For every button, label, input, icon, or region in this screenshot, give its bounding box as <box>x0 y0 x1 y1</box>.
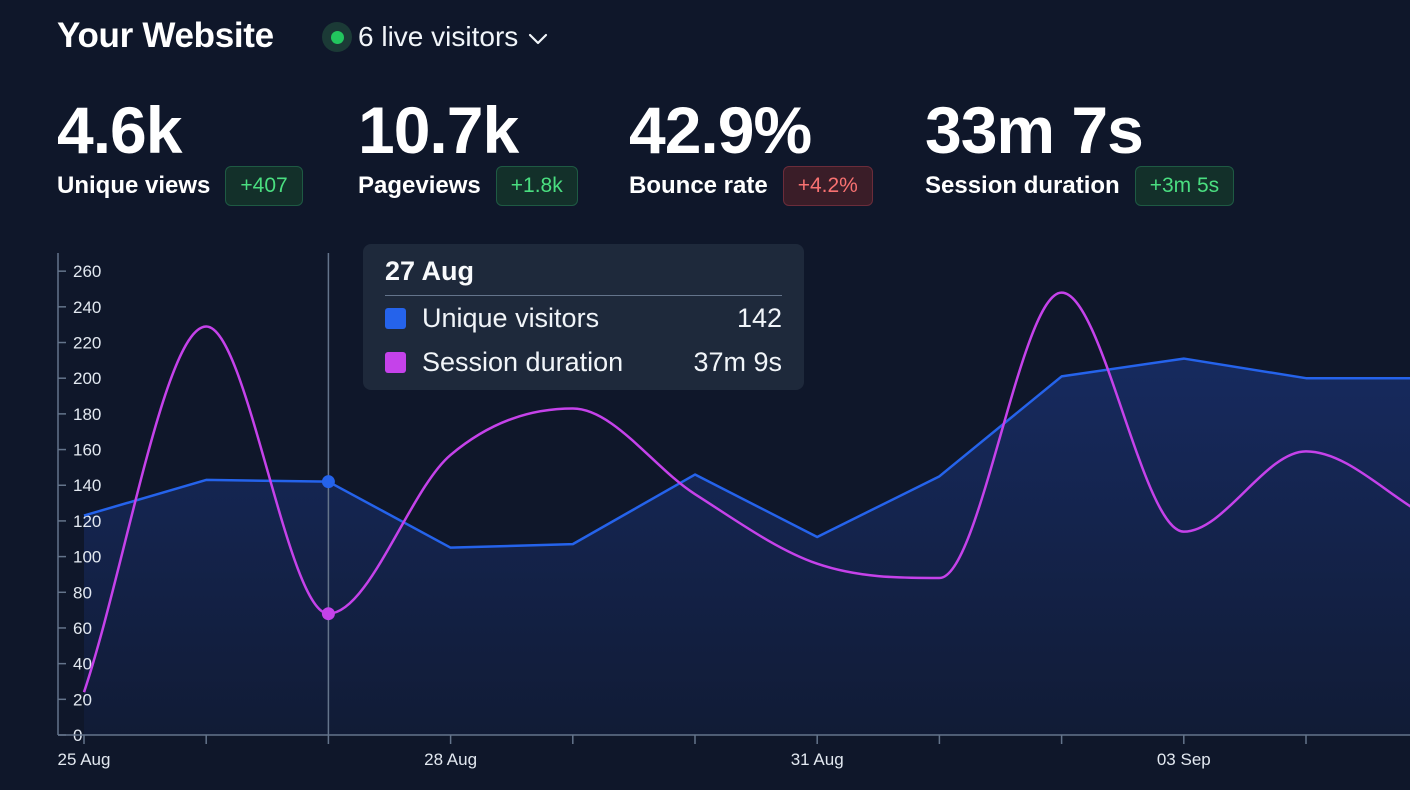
y-tick-label: 60 <box>73 619 92 638</box>
y-tick-label: 20 <box>73 690 92 709</box>
visitors-area <box>84 358 1410 735</box>
y-tick-label: 200 <box>73 369 101 388</box>
x-tick-label: 25 Aug <box>58 750 111 769</box>
y-tick-label: 160 <box>73 441 101 460</box>
tooltip-series-name: Unique visitors <box>422 302 600 333</box>
tooltip-series-name: Session duration <box>422 346 624 377</box>
dashboard: Your Website 6 live visitors 4.6k Unique… <box>0 0 1410 790</box>
visitors-swatch-icon <box>385 307 406 329</box>
visitors-chart[interactable]: 02040608010012014016018020022024026025 A… <box>0 0 1410 790</box>
y-tick-label: 40 <box>73 655 92 674</box>
tooltip-row-visitors: Unique visitors 142 <box>385 296 782 340</box>
session-hover-point <box>321 607 335 621</box>
tooltip-row-session: Session duration 37m 9s <box>385 340 782 384</box>
chart-tooltip: 27 Aug Unique visitors 142 Session durat… <box>363 244 804 390</box>
tooltip-date: 27 Aug <box>385 256 782 296</box>
tooltip-series-value: 37m 9s <box>693 346 782 377</box>
y-tick-label: 220 <box>73 334 101 353</box>
x-tick-label: 03 Sep <box>1157 750 1211 769</box>
session-swatch-icon <box>385 351 406 373</box>
y-tick-label: 100 <box>73 548 101 567</box>
x-tick-label: 31 Aug <box>791 750 844 769</box>
y-tick-label: 260 <box>73 262 101 281</box>
tooltip-series-value: 142 <box>736 302 782 333</box>
y-tick-label: 80 <box>73 583 92 602</box>
y-tick-label: 140 <box>73 476 101 495</box>
y-tick-label: 180 <box>73 405 101 424</box>
y-tick-label: 240 <box>73 298 101 317</box>
x-tick-label: 28 Aug <box>424 750 477 769</box>
visitors-hover-point <box>321 475 335 489</box>
